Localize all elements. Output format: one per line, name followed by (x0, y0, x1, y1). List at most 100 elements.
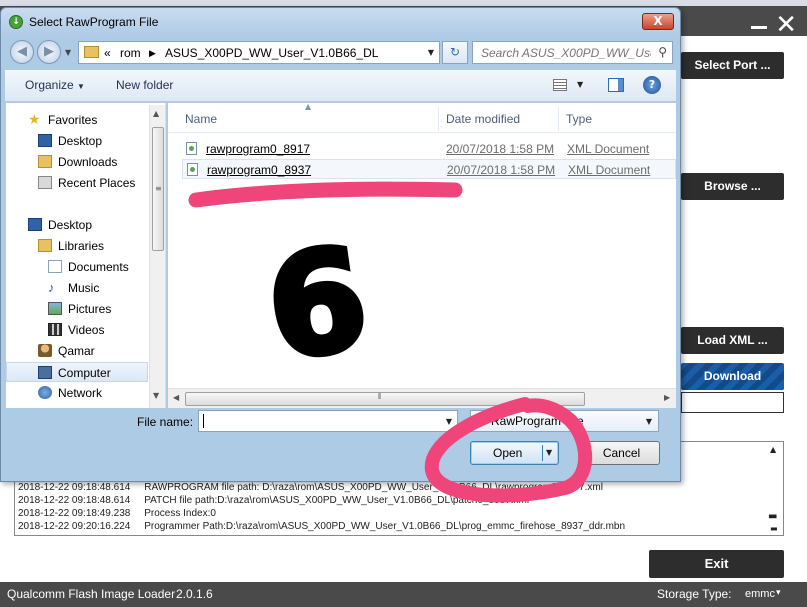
downloads-icon (38, 155, 52, 168)
file-name: rawprogram0_8917 (206, 142, 311, 156)
chevron-down-icon[interactable]: ▾ (776, 587, 781, 598)
tree-item-favorites[interactable]: ★ Favorites (6, 110, 148, 130)
address-bar[interactable]: « rom ▶ ASUS_X00PD_WW_User_V1.0B66_DL ▼ (78, 41, 440, 64)
log-entry: 2018-12-22 09:18:48.614 PATCH file path:… (18, 495, 530, 506)
scroll-up-icon[interactable]: ▲ (770, 445, 776, 454)
tree-item-downloads[interactable]: Downloads (6, 152, 148, 172)
network-icon (38, 386, 52, 399)
app-name: Qualcomm Flash Image Loader (7, 587, 176, 601)
download-arrow-icon: ↓ (9, 15, 23, 29)
breadcrumb-rom[interactable]: rom (120, 46, 141, 60)
scroll-up-icon[interactable]: ▲ (153, 109, 159, 118)
file-name: rawprogram0_8937 (207, 163, 312, 177)
tree-item-desktop[interactable]: Desktop (6, 131, 148, 151)
dialog-titlebar: ↓ Select RawProgram File X (1, 8, 680, 36)
videos-icon (48, 323, 62, 336)
navigation-scrollbar[interactable]: ▲ ≡ ▼ (149, 105, 165, 408)
computer-icon (38, 366, 52, 379)
recent-locations-icon[interactable]: ▼ (65, 48, 71, 57)
tree-item-qamar[interactable]: Qamar (6, 341, 148, 361)
view-options-icon[interactable] (553, 79, 567, 91)
music-icon: ♪ (48, 280, 55, 295)
file-row[interactable]: rawprogram0_8917 20/07/2018 1:58 PM XML … (182, 139, 676, 159)
scrollbar-thumb[interactable] (185, 392, 585, 406)
documents-icon (48, 260, 62, 273)
help-icon[interactable]: ? (643, 76, 661, 94)
app-close-icon[interactable]: ✕ (775, 12, 797, 38)
scroll-down-icon[interactable]: ▬ (770, 524, 778, 533)
pictures-icon (48, 302, 62, 315)
minimize-icon[interactable] (751, 26, 767, 29)
tree-item-computer[interactable]: Computer (6, 362, 148, 382)
file-name-label: File name: (137, 415, 194, 429)
progress-bar (681, 392, 784, 413)
scroll-left-icon[interactable]: ◀ (173, 393, 179, 402)
exit-button[interactable]: Exit (649, 550, 784, 578)
file-name-combobox[interactable]: ▼ (198, 410, 458, 432)
tree-item-network[interactable]: Network (6, 383, 148, 403)
scroll-right-icon[interactable]: ▶ (664, 393, 670, 402)
download-button[interactable]: Download (681, 363, 784, 390)
navigation-pane: ★ Favorites Desktop Downloads Recent Pla… (6, 103, 166, 408)
folder-icon (84, 46, 99, 58)
preview-pane-icon[interactable] (608, 78, 624, 92)
search-box[interactable]: ⚲ (472, 41, 673, 64)
new-folder-button[interactable]: New folder (116, 78, 173, 92)
user-folder-icon (38, 344, 52, 357)
storage-type-label: Storage Type: (657, 587, 732, 601)
cancel-button[interactable]: Cancel (583, 441, 660, 465)
column-header-row: ▲ Name Date modified Type (168, 102, 676, 133)
select-port-button[interactable]: Select Port ... (681, 52, 784, 79)
tree-item-desktop-root[interactable]: Desktop (6, 215, 148, 235)
tree-item-recent-places[interactable]: Recent Places (6, 173, 148, 193)
open-button[interactable]: Open ▼ (470, 441, 559, 465)
file-row[interactable]: rawprogram0_8937 20/07/2018 1:58 PM XML … (182, 159, 676, 179)
file-date: 20/07/2018 1:58 PM (447, 163, 556, 177)
file-type-filter[interactable]: RawProgram File ▼ (470, 410, 659, 432)
column-divider[interactable] (438, 107, 439, 131)
open-options-icon[interactable]: ▼ (546, 448, 552, 457)
column-date-modified[interactable]: Date modified (446, 112, 520, 126)
load-xml-button[interactable]: Load XML ... (681, 327, 784, 354)
xml-file-icon (186, 142, 197, 155)
organize-menu[interactable]: Organize ▼ (25, 78, 85, 92)
column-name[interactable]: Name (185, 112, 217, 126)
tree-item-documents[interactable]: Documents (6, 257, 148, 277)
log-scrollbar[interactable]: ▲ ▬ ▬ (765, 442, 783, 535)
search-input[interactable] (473, 42, 651, 63)
xml-file-icon (187, 163, 198, 176)
sort-ascending-icon: ▲ (305, 102, 312, 111)
scroll-grip-icon[interactable]: ▬ (768, 511, 777, 522)
chevron-down-icon[interactable]: ▼ (446, 417, 452, 426)
chevron-down-icon[interactable]: ▼ (646, 417, 652, 426)
search-icon[interactable]: ⚲ (658, 45, 667, 59)
chevron-down-icon[interactable]: ▼ (428, 48, 434, 57)
file-name-input[interactable] (199, 411, 437, 431)
tree-item-music[interactable]: ♪ Music (6, 278, 148, 298)
file-type: XML Document (567, 142, 650, 156)
breadcrumb-overflow[interactable]: « (104, 46, 111, 60)
scroll-down-icon[interactable]: ▼ (153, 391, 159, 400)
close-button[interactable]: X (642, 13, 674, 30)
recent-places-icon (38, 176, 52, 189)
breadcrumb-current-folder[interactable]: ASUS_X00PD_WW_User_V1.0B66_DL (165, 46, 378, 60)
tree-item-libraries[interactable]: Libraries (6, 236, 148, 256)
log-entry: 2018-12-22 09:18:48.614 RAWPROGRAM file … (18, 482, 603, 493)
chevron-down-icon[interactable]: ▼ (577, 80, 583, 89)
column-divider[interactable] (558, 107, 559, 131)
column-type[interactable]: Type (566, 112, 592, 126)
select-rawprogram-dialog: ↓ Select RawProgram File X ◀ ▶ ▼ « rom ▶… (0, 7, 681, 482)
refresh-button[interactable]: ↻ (442, 41, 468, 64)
browse-button[interactable]: Browse ... (681, 173, 784, 200)
file-type-filter-value: RawProgram File (491, 414, 584, 428)
log-entry: 2018-12-22 09:18:49.238 Process Index:0 (18, 508, 216, 519)
back-button[interactable]: ◀ (10, 40, 34, 64)
file-list: ▲ Name Date modified Type rawprogram0_89… (168, 102, 676, 408)
breadcrumb-separator-icon[interactable]: ▶ (149, 48, 156, 59)
tree-item-pictures[interactable]: Pictures (6, 299, 148, 319)
navigation-row: ◀ ▶ ▼ « rom ▶ ASUS_X00PD_WW_User_V1.0B66… (1, 36, 680, 70)
file-list-scrollbar[interactable]: ◀ ⦀ ▶ (168, 388, 676, 408)
tree-item-videos[interactable]: Videos (6, 320, 148, 340)
forward-button[interactable]: ▶ (37, 40, 61, 64)
storage-type-select[interactable]: emmc (745, 588, 775, 600)
